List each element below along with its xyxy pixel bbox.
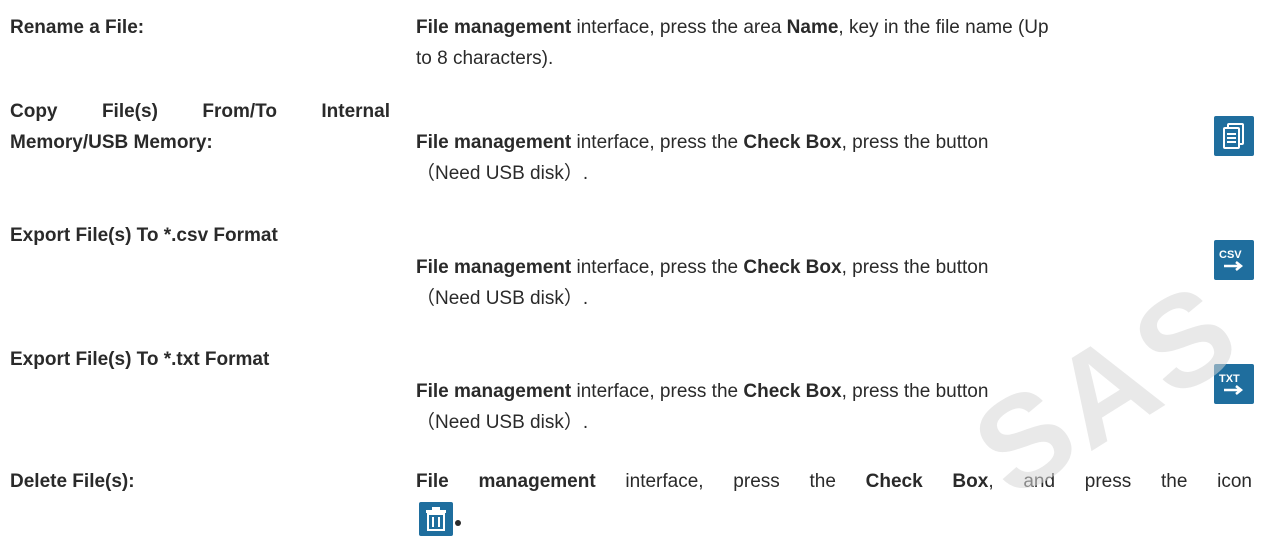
term-check-box: Check Box [743, 381, 842, 402]
row-label-txt: Export File(s) To *.txt Format [10, 349, 270, 370]
usb-note: （Need USB disk）. [416, 412, 589, 433]
txt-icon-text: TXT [1219, 373, 1240, 385]
desc-text: , and press the icon [988, 471, 1252, 492]
desc-text: interface, press the [571, 132, 744, 153]
term-check-box: Check Box [743, 257, 842, 278]
csv-icon-text: CSV [1219, 249, 1242, 261]
row-label-copy-line1: Copy File(s) From/To Internal [10, 101, 390, 122]
row-label-copy-line2: Memory/USB Memory: [10, 132, 213, 153]
period-dot [455, 520, 461, 526]
term-file-management: File management [416, 381, 572, 402]
csv-export-icon[interactable]: CSV [1214, 240, 1254, 280]
desc-text: interface, press the area [571, 17, 787, 38]
desc-text: interface, press the [595, 471, 866, 492]
desc-text: interface, press the [571, 381, 744, 402]
term-file-management: File management [416, 257, 572, 278]
desc-text: , press the button [841, 132, 989, 153]
term-check-box: Check Box [865, 471, 989, 492]
delete-icon[interactable] [419, 502, 453, 536]
desc-text: , press the button [841, 381, 989, 402]
desc-text: , key in the file name (Up [838, 17, 1049, 38]
desc-text: to 8 characters). [416, 48, 554, 69]
row-desc-csv: File management interface, press the Che… [416, 252, 1252, 314]
term-check-box: Check Box [743, 132, 842, 153]
copy-icon[interactable] [1214, 116, 1254, 156]
usb-note: （Need USB disk）. [416, 288, 589, 309]
row-desc-delete: File management interface, press the Che… [416, 466, 1252, 497]
usb-note: （Need USB disk）. [416, 163, 589, 184]
row-desc-txt: File management interface, press the Che… [416, 376, 1252, 438]
term-file-management: File management [416, 17, 572, 38]
term-file-management: File management [416, 132, 572, 153]
txt-export-icon[interactable]: TXT [1214, 364, 1254, 404]
row-desc-rename: File management interface, press the are… [416, 12, 1252, 74]
row-label-delete: Delete File(s): [10, 471, 135, 492]
term-file-management: File management [416, 471, 596, 492]
row-label-csv: Export File(s) To *.csv Format [10, 225, 278, 246]
desc-text: , press the button [841, 257, 989, 278]
row-label-rename: Rename a File: [10, 17, 145, 38]
row-desc-copy: File management interface, press the Che… [416, 127, 1252, 189]
term-name: Name [786, 17, 839, 38]
desc-text: interface, press the [571, 257, 744, 278]
